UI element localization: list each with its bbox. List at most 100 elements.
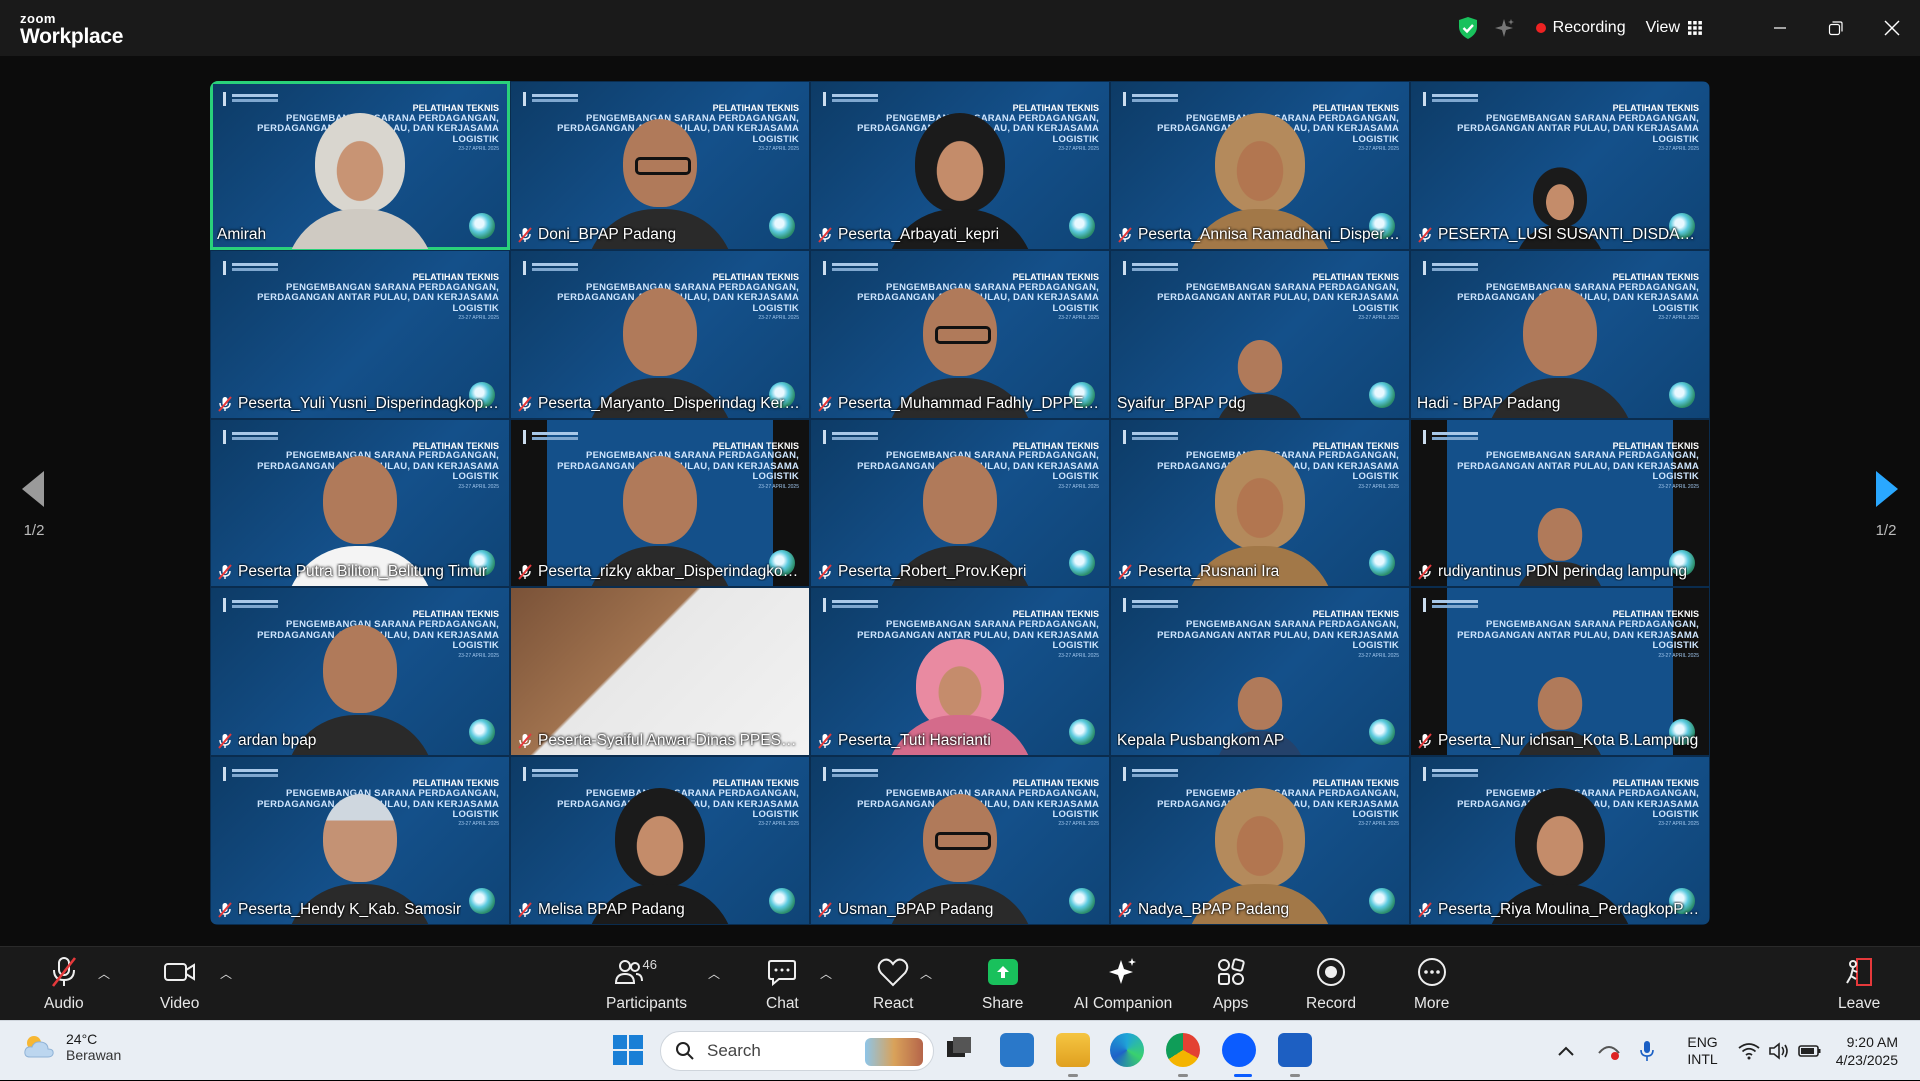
task-view-icon: [947, 1037, 971, 1057]
mic-muted-icon: [517, 395, 533, 412]
slide-header: PELATIHAN TEKNIS PENGEMBANGAN SARANA PERD…: [211, 272, 499, 322]
participant-name-label: Usman_BPAP Padang: [817, 901, 1103, 919]
weather-widget[interactable]: 24°C Berawan: [22, 1031, 121, 1063]
close-button[interactable]: [1864, 0, 1920, 56]
participant-tile[interactable]: PELATIHAN TEKNIS PENGEMBANGAN SARANA PERD…: [1110, 81, 1410, 250]
more-button[interactable]: More: [1414, 955, 1449, 1013]
participants-icon: [615, 960, 644, 984]
apps-label: Apps: [1213, 995, 1249, 1012]
restore-button[interactable]: [1808, 0, 1864, 56]
participant-name: Peserta_Tuti Hasrianti: [838, 732, 991, 750]
participant-name: Peserta_Rusnani Ira: [1138, 563, 1280, 581]
participant-tile[interactable]: PELATIHAN TEKNIS PENGEMBANGAN SARANA PERD…: [1110, 249, 1410, 419]
video-camera-icon: [163, 963, 195, 981]
zoom-app-icon[interactable]: [1222, 1033, 1256, 1067]
slide-header: PELATIHAN TEKNIS PENGEMBANGAN SARANA PERD…: [1411, 609, 1699, 659]
video-options-caret-icon[interactable]: ︿: [220, 965, 232, 982]
mic-muted-icon: [1117, 227, 1133, 243]
audio-button[interactable]: Audio: [44, 955, 84, 1013]
participant-tile[interactable]: PELATIHAN TEKNIS PENGEMBANGAN SARANA PERD…: [1410, 81, 1710, 250]
participant-tile[interactable]: PELATIHAN TEKNIS PENGEMBANGAN SARANA PERD…: [210, 587, 510, 757]
battery-icon[interactable]: [1797, 1043, 1822, 1059]
participant-tile[interactable]: PELATIHAN TEKNIS PENGEMBANGAN SARANA PERD…: [210, 249, 510, 419]
security-shield-icon[interactable]: [1450, 10, 1486, 46]
ai-sparkle-icon[interactable]: [1486, 10, 1522, 46]
participant-tile[interactable]: PELATIHAN TEKNIS PENGEMBANGAN SARANA PERD…: [510, 249, 810, 419]
participant-tile[interactable]: PELATIHAN TEKNIS PENGEMBANGAN SARANA PERD…: [510, 418, 810, 588]
view-button[interactable]: View: [1646, 19, 1702, 37]
leave-door-icon: [1846, 958, 1873, 986]
slide-date: 23-27 APRIL 2025: [1658, 483, 1699, 490]
participant-tile[interactable]: PELATIHAN TEKNIS PENGEMBANGAN SARANA PERD…: [510, 756, 810, 925]
participant-name-label: Doni_BPAP Padang: [517, 226, 803, 244]
participant-tile[interactable]: PELATIHAN TEKNIS PENGEMBANGAN SARANA PERD…: [810, 587, 1110, 757]
participant-tile[interactable]: PELATIHAN TEKNIS PENGEMBANGAN SARANA PERD…: [210, 81, 510, 250]
participant-tile[interactable]: PELATIHAN TEKNIS PENGEMBANGAN SARANA PERD…: [510, 81, 810, 250]
volume-icon[interactable]: [1768, 1042, 1790, 1060]
video-button[interactable]: Video: [160, 955, 199, 1013]
prev-page-button[interactable]: 1/2: [4, 471, 64, 539]
participant-tile[interactable]: PELATIHAN TEKNIS PENGEMBANGAN SARANA PERD…: [1110, 756, 1410, 925]
next-page-button[interactable]: 1/2: [1856, 471, 1916, 539]
participant-tile[interactable]: PELATIHAN TEKNIS PENGEMBANGAN SARANA PERD…: [1110, 587, 1410, 757]
taskbar-app-news-icon[interactable]: [1000, 1033, 1034, 1067]
microphone-icon[interactable]: [1639, 1040, 1655, 1062]
recording-indicator[interactable]: Recording: [1535, 19, 1626, 37]
participant-name-label: Peserta_Muhammad Fadhly_DPPESD...: [817, 395, 1103, 413]
audio-options-caret-icon[interactable]: ︿: [98, 965, 110, 982]
participant-tile[interactable]: PELATIHAN TEKNIS PENGEMBANGAN SARANA PERD…: [810, 756, 1110, 925]
participant-tile[interactable]: PELATIHAN TEKNIS PENGEMBANGAN SARANA PERD…: [1410, 756, 1710, 925]
recording-dot-icon: [1535, 23, 1546, 33]
apps-button[interactable]: Apps: [1213, 955, 1248, 1013]
share-label: Share: [982, 995, 1024, 1012]
taskbar-clock[interactable]: 9:20 AM 4/23/2025: [1836, 1033, 1898, 1069]
meeting-toolbar: Audio ︿ Video ︿ 46 Participants ︿ Chat ︿…: [0, 946, 1920, 1020]
participant-name-label: Kepala Pusbangkom AP: [1117, 732, 1403, 750]
taskbar-search-box[interactable]: Search: [660, 1031, 934, 1071]
participant-tile[interactable]: PELATIHAN TEKNIS PENGEMBANGAN SARANA PERD…: [1410, 587, 1710, 757]
slide-header: PELATIHAN TEKNIS PENGEMBANGAN SARANA PERD…: [1411, 103, 1699, 153]
input-language[interactable]: ENG INTL: [1687, 1034, 1717, 1069]
zoom-active-indicator: [1234, 1074, 1252, 1077]
chat-options-caret-icon[interactable]: ︿: [820, 965, 832, 982]
participant-name: Peserta_Arbayati_kepri: [838, 225, 1000, 243]
participant-tile[interactable]: PELATIHAN TEKNIS PENGEMBANGAN SARANA PERD…: [210, 418, 510, 588]
share-button[interactable]: Share: [982, 955, 1023, 1013]
chevron-up-icon[interactable]: [1557, 1045, 1575, 1057]
participants-options-caret-icon[interactable]: ︿: [708, 965, 720, 982]
participant-tile[interactable]: PELATIHAN TEKNIS PENGEMBANGAN SARANA PERD…: [1410, 249, 1710, 419]
mic-muted-icon: [217, 395, 233, 412]
participant-tile[interactable]: PELATIHAN TEKNIS PENGEMBANGAN SARANA PERD…: [810, 418, 1110, 588]
slide-line3: PERDAGANGAN ANTAR PULAU, DAN KERJASAMA L…: [1457, 629, 1699, 652]
participant-tile[interactable]: PELATIHAN TEKNIS PENGEMBANGAN SARANA PERD…: [810, 249, 1110, 419]
zoom-logo: zoom Workplace: [20, 12, 123, 47]
react-options-caret-icon[interactable]: ︿: [920, 965, 932, 982]
participant-tile[interactable]: PELATIHAN TEKNIS PENGEMBANGAN SARANA PERD…: [210, 756, 510, 925]
leave-button[interactable]: Leave: [1838, 955, 1880, 1013]
participant-name-label: Peserta_Arbayati_kepri: [817, 226, 1103, 244]
mic-muted-icon: [1117, 902, 1133, 918]
minimize-button[interactable]: [1752, 0, 1808, 56]
react-button[interactable]: React: [873, 955, 914, 1013]
record-button[interactable]: Record: [1306, 955, 1356, 1013]
edge-browser-icon[interactable]: [1110, 1033, 1144, 1067]
participant-tile[interactable]: PELATIHAN TEKNIS PENGEMBANGAN SARANA PERD…: [1410, 418, 1710, 588]
participants-label: Participants: [606, 995, 687, 1012]
search-icon: [676, 1042, 694, 1060]
close-icon: [1884, 20, 1900, 36]
wifi-icon[interactable]: [1738, 1042, 1760, 1060]
participant-tile[interactable]: PELATIHAN TEKNIS PENGEMBANGAN SARANA PERD…: [1110, 418, 1410, 588]
mic-muted-icon: [817, 227, 833, 243]
ai-companion-button[interactable]: AI Companion: [1074, 955, 1172, 1013]
network-status-icon[interactable]: [1597, 1041, 1621, 1061]
chrome-browser-icon[interactable]: [1166, 1033, 1200, 1067]
chat-button[interactable]: Chat: [766, 955, 799, 1013]
windows-start-button[interactable]: [611, 1033, 645, 1067]
participants-button[interactable]: 46 Participants: [606, 955, 687, 1013]
word-app-icon[interactable]: [1278, 1033, 1312, 1067]
participant-tile[interactable]: Peserta-Syaiful Anwar-Dinas PPESD...: [510, 587, 810, 757]
task-view-button[interactable]: [944, 1033, 978, 1067]
file-explorer-icon[interactable]: [1056, 1033, 1090, 1067]
participant-tile[interactable]: PELATIHAN TEKNIS PENGEMBANGAN SARANA PERD…: [810, 81, 1110, 250]
slide-date: 23-27 APRIL 2025: [458, 315, 499, 321]
